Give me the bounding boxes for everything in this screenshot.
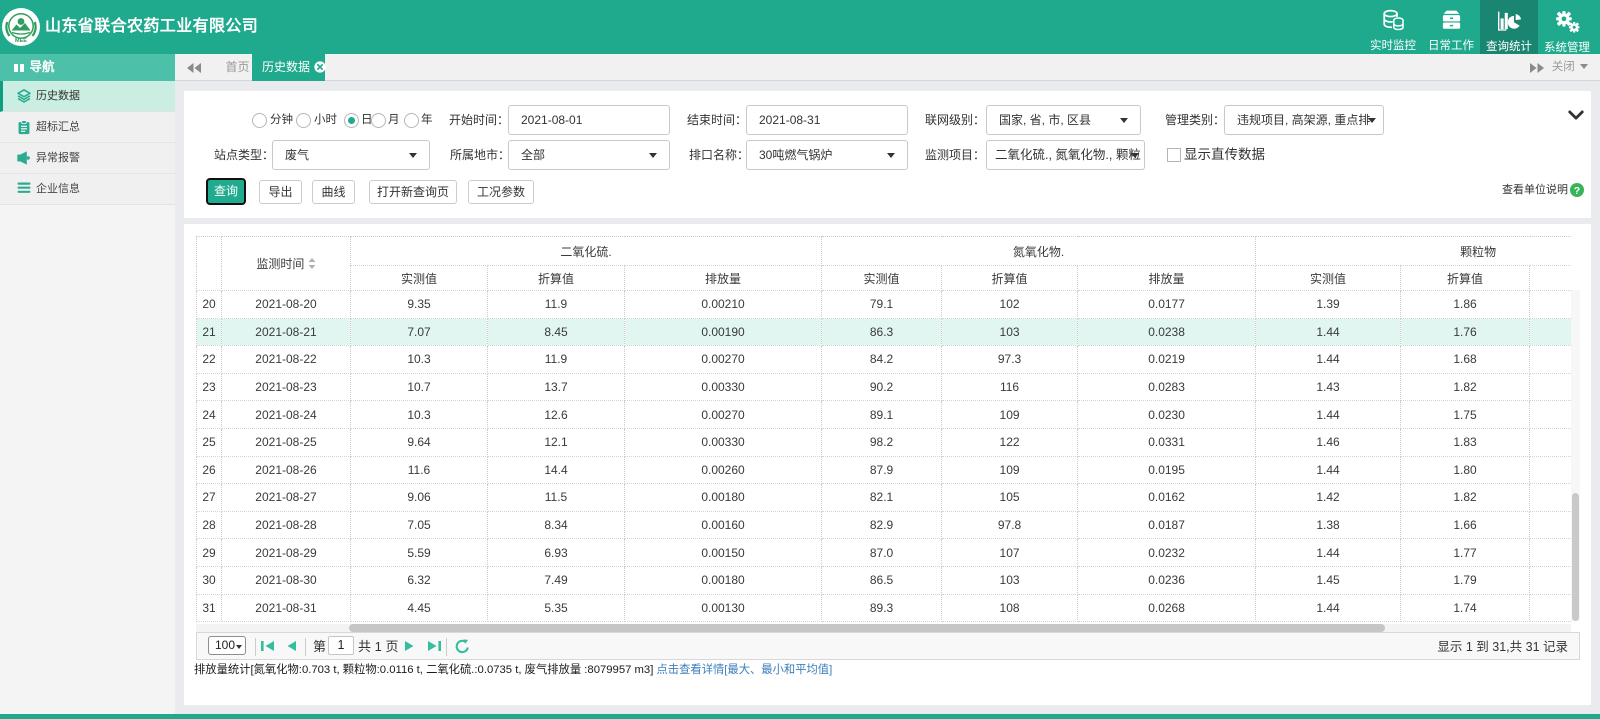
svg-text:?: ? bbox=[1574, 185, 1580, 197]
svg-text:MEE: MEE bbox=[15, 38, 27, 44]
